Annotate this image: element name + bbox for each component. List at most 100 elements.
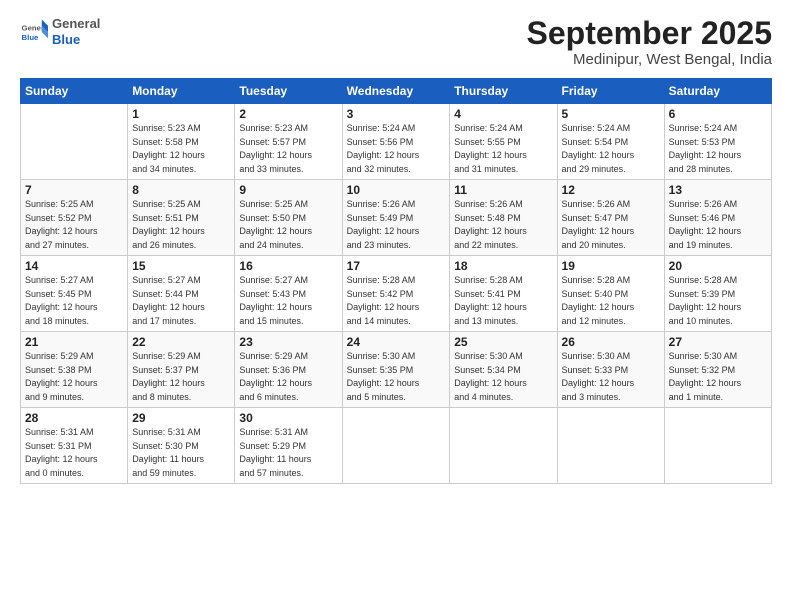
day-info: Sunrise: 5:28 AM Sunset: 5:42 PM Dayligh…: [347, 274, 446, 328]
day-info: Sunrise: 5:24 AM Sunset: 5:55 PM Dayligh…: [454, 122, 552, 176]
day-number: 13: [669, 183, 767, 197]
day-number: 7: [25, 183, 123, 197]
day-info: Sunrise: 5:28 AM Sunset: 5:40 PM Dayligh…: [562, 274, 660, 328]
day-info: Sunrise: 5:29 AM Sunset: 5:37 PM Dayligh…: [132, 350, 230, 404]
day-number: 14: [25, 259, 123, 273]
day-info: Sunrise: 5:31 AM Sunset: 5:31 PM Dayligh…: [25, 426, 123, 480]
calendar-cell: 15Sunrise: 5:27 AM Sunset: 5:44 PM Dayli…: [128, 256, 235, 332]
day-info: Sunrise: 5:23 AM Sunset: 5:57 PM Dayligh…: [239, 122, 337, 176]
calendar-cell: 27Sunrise: 5:30 AM Sunset: 5:32 PM Dayli…: [664, 332, 771, 408]
day-number: 23: [239, 335, 337, 349]
day-number: 19: [562, 259, 660, 273]
day-info: Sunrise: 5:29 AM Sunset: 5:36 PM Dayligh…: [239, 350, 337, 404]
day-info: Sunrise: 5:27 AM Sunset: 5:45 PM Dayligh…: [25, 274, 123, 328]
day-number: 5: [562, 107, 660, 121]
header: General Blue General Blue September 2025…: [20, 16, 772, 68]
col-monday: Monday: [128, 79, 235, 104]
day-number: 17: [347, 259, 446, 273]
day-info: Sunrise: 5:24 AM Sunset: 5:54 PM Dayligh…: [562, 122, 660, 176]
calendar-cell: 10Sunrise: 5:26 AM Sunset: 5:49 PM Dayli…: [342, 180, 450, 256]
calendar-cell: 30Sunrise: 5:31 AM Sunset: 5:29 PM Dayli…: [235, 408, 342, 484]
calendar-cell: 11Sunrise: 5:26 AM Sunset: 5:48 PM Dayli…: [450, 180, 557, 256]
calendar-body: 1Sunrise: 5:23 AM Sunset: 5:58 PM Daylig…: [21, 104, 772, 484]
day-number: 26: [562, 335, 660, 349]
calendar-cell: 7Sunrise: 5:25 AM Sunset: 5:52 PM Daylig…: [21, 180, 128, 256]
day-number: 9: [239, 183, 337, 197]
day-number: 8: [132, 183, 230, 197]
calendar-cell: 16Sunrise: 5:27 AM Sunset: 5:43 PM Dayli…: [235, 256, 342, 332]
col-sunday: Sunday: [21, 79, 128, 104]
day-info: Sunrise: 5:25 AM Sunset: 5:51 PM Dayligh…: [132, 198, 230, 252]
col-friday: Friday: [557, 79, 664, 104]
calendar-week-row: 21Sunrise: 5:29 AM Sunset: 5:38 PM Dayli…: [21, 332, 772, 408]
day-number: 3: [347, 107, 446, 121]
calendar-cell: 8Sunrise: 5:25 AM Sunset: 5:51 PM Daylig…: [128, 180, 235, 256]
calendar-cell: 23Sunrise: 5:29 AM Sunset: 5:36 PM Dayli…: [235, 332, 342, 408]
day-number: 24: [347, 335, 446, 349]
day-number: 29: [132, 411, 230, 425]
col-thursday: Thursday: [450, 79, 557, 104]
day-number: 21: [25, 335, 123, 349]
calendar-cell: 21Sunrise: 5:29 AM Sunset: 5:38 PM Dayli…: [21, 332, 128, 408]
logo-general-text: General: [52, 16, 100, 32]
day-number: 1: [132, 107, 230, 121]
day-info: Sunrise: 5:24 AM Sunset: 5:56 PM Dayligh…: [347, 122, 446, 176]
col-wednesday: Wednesday: [342, 79, 450, 104]
day-info: Sunrise: 5:27 AM Sunset: 5:44 PM Dayligh…: [132, 274, 230, 328]
calendar-cell: 12Sunrise: 5:26 AM Sunset: 5:47 PM Dayli…: [557, 180, 664, 256]
calendar-cell: 13Sunrise: 5:26 AM Sunset: 5:46 PM Dayli…: [664, 180, 771, 256]
day-info: Sunrise: 5:26 AM Sunset: 5:49 PM Dayligh…: [347, 198, 446, 252]
day-number: 6: [669, 107, 767, 121]
day-number: 16: [239, 259, 337, 273]
calendar-cell: [664, 408, 771, 484]
calendar: Sunday Monday Tuesday Wednesday Thursday…: [20, 78, 772, 484]
day-info: Sunrise: 5:25 AM Sunset: 5:50 PM Dayligh…: [239, 198, 337, 252]
day-number: 27: [669, 335, 767, 349]
page: General Blue General Blue September 2025…: [0, 0, 792, 612]
day-info: Sunrise: 5:30 AM Sunset: 5:32 PM Dayligh…: [669, 350, 767, 404]
calendar-week-row: 7Sunrise: 5:25 AM Sunset: 5:52 PM Daylig…: [21, 180, 772, 256]
calendar-cell: 26Sunrise: 5:30 AM Sunset: 5:33 PM Dayli…: [557, 332, 664, 408]
day-info: Sunrise: 5:24 AM Sunset: 5:53 PM Dayligh…: [669, 122, 767, 176]
day-info: Sunrise: 5:30 AM Sunset: 5:35 PM Dayligh…: [347, 350, 446, 404]
calendar-cell: 28Sunrise: 5:31 AM Sunset: 5:31 PM Dayli…: [21, 408, 128, 484]
calendar-cell: 5Sunrise: 5:24 AM Sunset: 5:54 PM Daylig…: [557, 104, 664, 180]
calendar-cell: 18Sunrise: 5:28 AM Sunset: 5:41 PM Dayli…: [450, 256, 557, 332]
calendar-cell: 22Sunrise: 5:29 AM Sunset: 5:37 PM Dayli…: [128, 332, 235, 408]
day-number: 11: [454, 183, 552, 197]
col-saturday: Saturday: [664, 79, 771, 104]
calendar-cell: 19Sunrise: 5:28 AM Sunset: 5:40 PM Dayli…: [557, 256, 664, 332]
day-info: Sunrise: 5:30 AM Sunset: 5:34 PM Dayligh…: [454, 350, 552, 404]
calendar-cell: 14Sunrise: 5:27 AM Sunset: 5:45 PM Dayli…: [21, 256, 128, 332]
day-number: 30: [239, 411, 337, 425]
calendar-cell: 9Sunrise: 5:25 AM Sunset: 5:50 PM Daylig…: [235, 180, 342, 256]
day-number: 2: [239, 107, 337, 121]
day-number: 10: [347, 183, 446, 197]
day-info: Sunrise: 5:28 AM Sunset: 5:39 PM Dayligh…: [669, 274, 767, 328]
month-title: September 2025: [527, 16, 772, 51]
day-number: 25: [454, 335, 552, 349]
calendar-cell: 1Sunrise: 5:23 AM Sunset: 5:58 PM Daylig…: [128, 104, 235, 180]
day-number: 28: [25, 411, 123, 425]
calendar-cell: 4Sunrise: 5:24 AM Sunset: 5:55 PM Daylig…: [450, 104, 557, 180]
day-number: 12: [562, 183, 660, 197]
calendar-cell: 25Sunrise: 5:30 AM Sunset: 5:34 PM Dayli…: [450, 332, 557, 408]
day-number: 4: [454, 107, 552, 121]
day-number: 18: [454, 259, 552, 273]
calendar-cell: 2Sunrise: 5:23 AM Sunset: 5:57 PM Daylig…: [235, 104, 342, 180]
logo: General Blue General Blue: [20, 16, 100, 47]
day-info: Sunrise: 5:31 AM Sunset: 5:30 PM Dayligh…: [132, 426, 230, 480]
calendar-week-row: 14Sunrise: 5:27 AM Sunset: 5:45 PM Dayli…: [21, 256, 772, 332]
col-tuesday: Tuesday: [235, 79, 342, 104]
day-info: Sunrise: 5:26 AM Sunset: 5:46 PM Dayligh…: [669, 198, 767, 252]
day-info: Sunrise: 5:25 AM Sunset: 5:52 PM Dayligh…: [25, 198, 123, 252]
day-info: Sunrise: 5:28 AM Sunset: 5:41 PM Dayligh…: [454, 274, 552, 328]
calendar-cell: 20Sunrise: 5:28 AM Sunset: 5:39 PM Dayli…: [664, 256, 771, 332]
location: Medinipur, West Bengal, India: [527, 51, 772, 68]
logo-icon: General Blue: [20, 18, 48, 46]
day-info: Sunrise: 5:27 AM Sunset: 5:43 PM Dayligh…: [239, 274, 337, 328]
calendar-week-row: 1Sunrise: 5:23 AM Sunset: 5:58 PM Daylig…: [21, 104, 772, 180]
day-info: Sunrise: 5:29 AM Sunset: 5:38 PM Dayligh…: [25, 350, 123, 404]
calendar-cell: [21, 104, 128, 180]
svg-text:Blue: Blue: [22, 32, 40, 41]
